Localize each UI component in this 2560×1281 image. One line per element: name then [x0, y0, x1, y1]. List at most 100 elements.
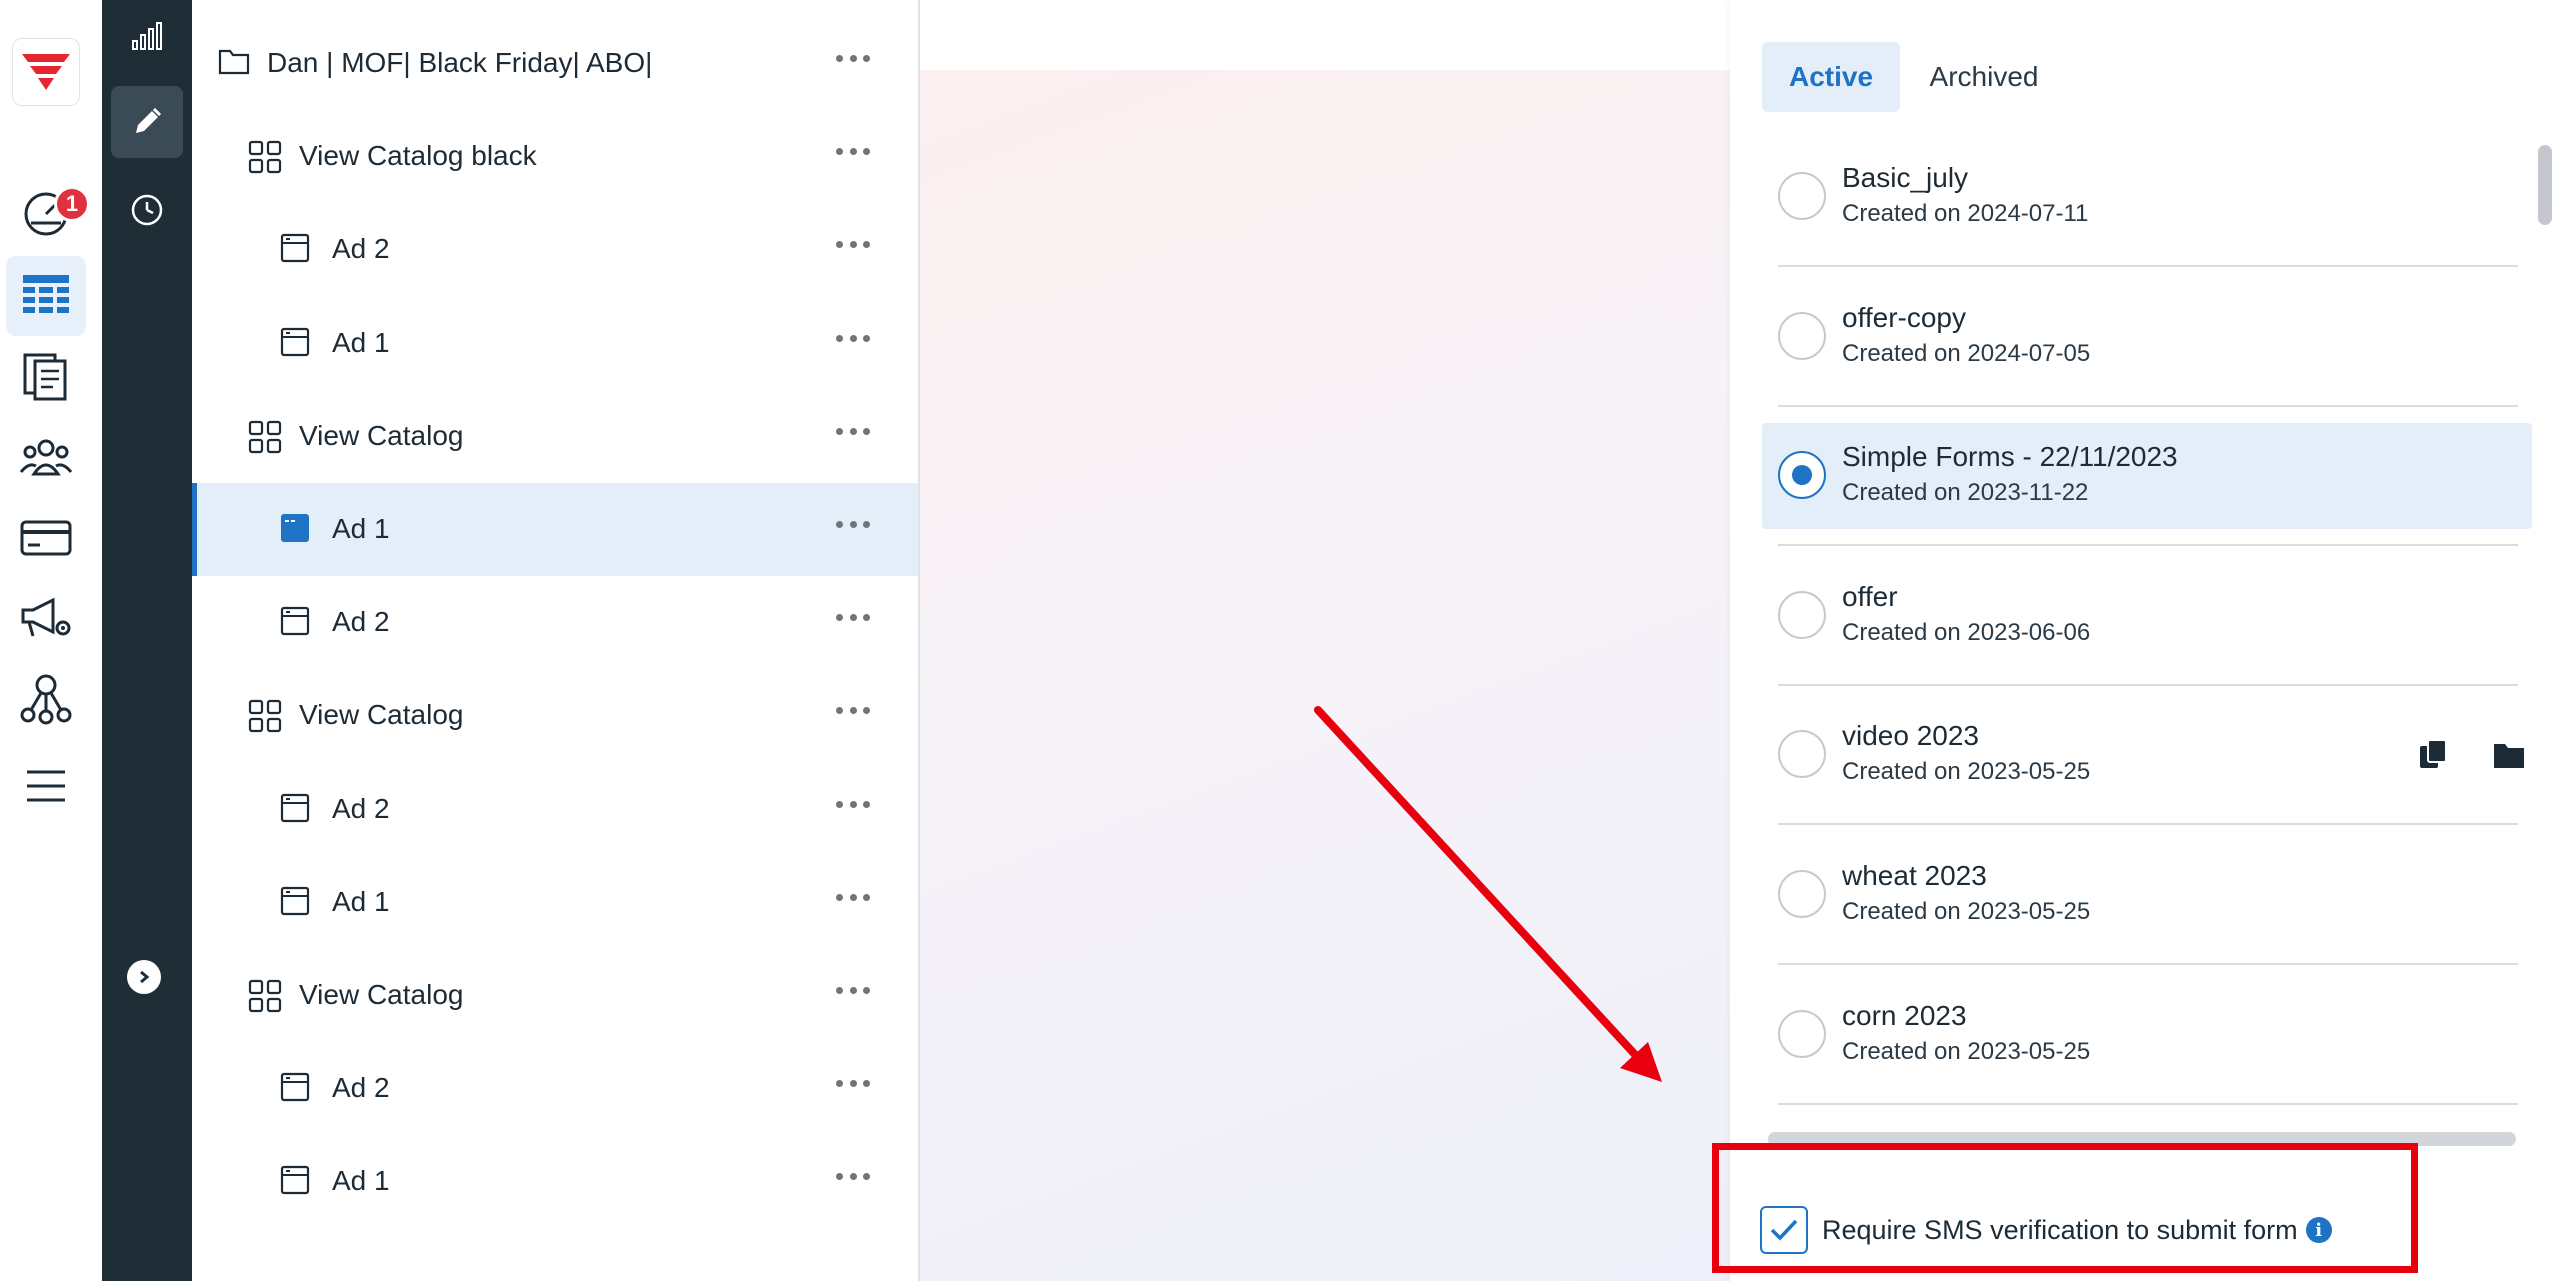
- tree-row-ad[interactable]: Ad 1: [192, 1135, 918, 1228]
- tree-row-folder[interactable]: Dan | MOF| Black Friday| ABO|: [192, 17, 918, 110]
- users-group-icon: [19, 439, 73, 476]
- more-options-icon[interactable]: [836, 55, 870, 65]
- form-created-date: Created on 2023-05-25: [1842, 1037, 2091, 1065]
- tree-row-ad[interactable]: Ad 2: [192, 203, 918, 296]
- rail-item-billing[interactable]: [6, 498, 86, 578]
- form-name: Simple Forms - 22/11/2023: [1842, 441, 2178, 473]
- rail-item-tables[interactable]: [6, 256, 86, 336]
- more-options-icon[interactable]: [836, 1173, 870, 1183]
- ad-window-icon: [280, 513, 310, 543]
- ad-preview-canvas: [920, 0, 1730, 1281]
- chevron-right-icon: [140, 970, 150, 984]
- rail-item-menu[interactable]: [6, 746, 86, 826]
- form-radio[interactable]: [1778, 730, 1826, 779]
- ad-window-icon: [280, 886, 310, 916]
- form-created-date: Created on 2024-07-11: [1842, 200, 2089, 227]
- form-selector-panel: Active Archived Basic_july Created on 202…: [1730, 0, 2560, 1281]
- pencil-icon: [136, 107, 162, 133]
- adset-grid-icon: [248, 699, 282, 733]
- form-created-date: Created on 2024-07-05: [1842, 339, 2091, 367]
- rail-item-users[interactable]: [6, 418, 86, 498]
- tab-archived[interactable]: Archived: [1914, 42, 2054, 112]
- rail-item-integrations[interactable]: [6, 658, 86, 738]
- tree-row-label: Ad 1: [332, 1165, 390, 1197]
- tree-row-ad[interactable]: Ad 1: [192, 856, 918, 949]
- tree-row-label: Dan | MOF| Black Friday| ABO|: [267, 47, 653, 78]
- nav-edit[interactable]: [111, 86, 183, 158]
- form-radio[interactable]: [1778, 1009, 1826, 1058]
- rail-item-campaigns[interactable]: [6, 578, 86, 658]
- menu-lines-icon: [27, 770, 65, 802]
- expand-sidebar-button[interactable]: [127, 960, 161, 994]
- nav-history[interactable]: [111, 174, 183, 246]
- app-logo[interactable]: [12, 38, 80, 106]
- form-radio[interactable]: [1778, 311, 1826, 360]
- form-option[interactable]: Basic_july Created on 2024-07-11: [1762, 144, 2532, 250]
- form-divider: [1778, 1102, 2518, 1105]
- form-radio[interactable]: [1778, 451, 1826, 500]
- annotation-highlight-box: [1712, 1143, 2418, 1273]
- notification-badge: 1: [54, 186, 90, 222]
- form-name: Basic_july: [1842, 162, 1969, 193]
- form-radio[interactable]: [1778, 172, 1826, 220]
- tree-row-ad[interactable]: Ad 2: [192, 1042, 918, 1135]
- tree-row-label: View Catalog: [299, 979, 464, 1010]
- form-option[interactable]: wheat 2023 Created on 2023-05-25: [1762, 842, 2532, 948]
- editor-nav-bar: [102, 0, 192, 1281]
- form-created-date: Created on 2023-11-22: [1842, 479, 2089, 507]
- more-options-icon[interactable]: [836, 800, 870, 811]
- ad-window-icon: [280, 793, 310, 823]
- tree-row-label: View Catalog: [299, 699, 464, 731]
- form-name: corn 2023: [1842, 999, 1967, 1031]
- tree-row-ad[interactable]: Ad 2: [192, 763, 918, 856]
- form-divider: [1778, 544, 2518, 547]
- tree-row-adset[interactable]: View Catalog: [192, 390, 918, 483]
- form-option[interactable]: offer Created on 2023-06-06: [1762, 563, 2532, 669]
- adset-grid-icon: [248, 420, 282, 454]
- tab-active[interactable]: Active: [1762, 42, 1900, 112]
- tree-row-label: Ad 1: [332, 326, 390, 358]
- more-options-icon[interactable]: [836, 148, 870, 158]
- form-option[interactable]: video 2023 Created on 2023-05-25: [1762, 702, 2532, 808]
- form-option[interactable]: offer-copy Created on 2024-07-05: [1762, 284, 2532, 390]
- tree-row-ad[interactable]: Ad 1: [192, 483, 918, 576]
- ad-window-icon: [280, 1165, 310, 1195]
- form-divider: [1778, 823, 2518, 826]
- tree-row-ad[interactable]: Ad 1: [192, 297, 918, 390]
- bar-chart-icon: [132, 22, 162, 50]
- more-options-icon[interactable]: [836, 241, 870, 251]
- tree-row-label: View Catalog black: [299, 140, 537, 172]
- table-grid-icon: [23, 275, 69, 313]
- nav-analytics[interactable]: [111, 0, 183, 72]
- rail-item-dashboard[interactable]: 1: [6, 172, 90, 252]
- more-options-icon[interactable]: [836, 707, 870, 717]
- rail-item-documents[interactable]: [6, 336, 86, 416]
- tree-row-adset[interactable]: View Catalog: [192, 669, 918, 762]
- copy-icon[interactable]: [2414, 736, 2452, 774]
- more-options-icon[interactable]: [836, 614, 870, 624]
- more-options-icon[interactable]: [836, 521, 870, 531]
- form-name: video 2023: [1842, 720, 1980, 752]
- vertical-scrollbar[interactable]: [2538, 145, 2552, 225]
- clock-icon: [131, 194, 163, 226]
- more-options-icon[interactable]: [836, 987, 870, 997]
- form-option[interactable]: corn 2023 Created on 2023-05-25: [1762, 982, 2532, 1088]
- tree-row-ad[interactable]: Ad 2: [192, 576, 918, 669]
- tree-row-adset[interactable]: View Catalog black: [192, 110, 918, 203]
- form-radio[interactable]: [1778, 870, 1826, 918]
- form-radio[interactable]: [1778, 590, 1826, 639]
- ad-window-icon: [280, 1072, 310, 1102]
- more-options-icon[interactable]: [836, 893, 870, 904]
- tree-row-label: Ad 2: [332, 233, 390, 265]
- network-nodes-icon: [20, 674, 72, 725]
- folder-icon[interactable]: [2490, 736, 2528, 774]
- megaphone-settings-icon: [21, 597, 71, 637]
- tree-row-adset[interactable]: View Catalog: [192, 949, 918, 1042]
- form-divider: [1778, 404, 2518, 407]
- more-options-icon[interactable]: [836, 1080, 870, 1090]
- more-options-icon[interactable]: [836, 334, 870, 345]
- form-divider: [1778, 683, 2518, 686]
- more-options-icon[interactable]: [836, 427, 870, 438]
- ad-window-icon: [280, 233, 310, 263]
- form-option[interactable]: Simple Forms - 22/11/2023 Created on 2023…: [1762, 423, 2532, 530]
